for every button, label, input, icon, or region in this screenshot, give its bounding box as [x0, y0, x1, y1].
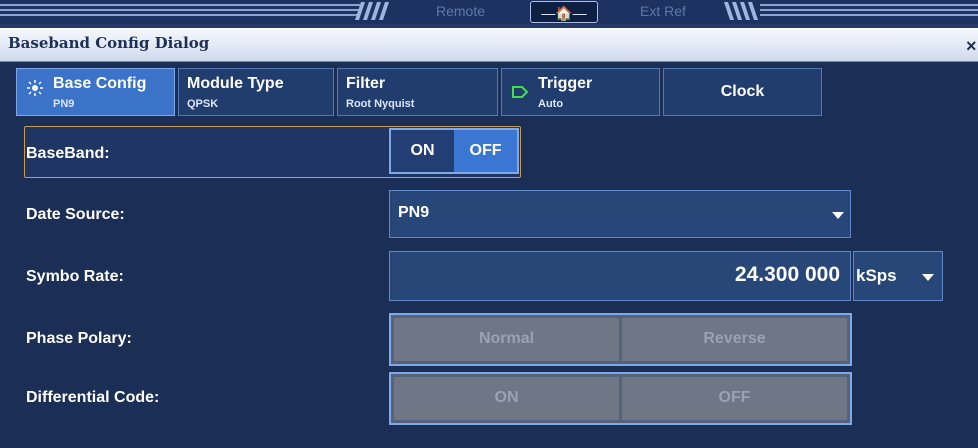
sun-icon: [27, 80, 43, 96]
tab-base-config[interactable]: Base Config PN9: [16, 68, 175, 116]
chevron-down-icon: [922, 274, 934, 281]
ext-ref-indicator: Ext Ref: [640, 3, 686, 19]
phase-polarity-label: Phase Polary:: [26, 330, 132, 347]
home-button[interactable]: —🏠—: [530, 1, 598, 23]
status-stripe: [760, 14, 978, 16]
diagonal-stripes-icon: [724, 2, 758, 20]
differential-off-button[interactable]: OFF: [622, 377, 847, 420]
symbol-rate-label: Symbo Rate:: [26, 268, 124, 285]
symbol-rate-unit: kSps: [856, 266, 897, 285]
tab-filter[interactable]: Filter Root Nyquist: [337, 68, 498, 116]
status-stripe: [760, 9, 978, 11]
chevron-down-icon: [832, 212, 844, 219]
phase-reverse-button[interactable]: Reverse: [622, 318, 847, 361]
tab-title: Module Type: [187, 75, 284, 92]
remote-indicator: Remote: [436, 3, 486, 19]
tab-subtitle: QPSK: [187, 98, 219, 110]
differential-code-buttons: ON OFF: [389, 372, 852, 425]
phase-polarity-buttons: Normal Reverse: [389, 313, 852, 366]
differential-on-button[interactable]: ON: [394, 377, 619, 420]
pentagon-arrow-icon: [512, 86, 528, 98]
tab-subtitle: Auto: [538, 98, 564, 110]
differential-code-label: Differential Code:: [26, 389, 160, 406]
home-icon: —🏠—: [541, 5, 587, 21]
baseband-label: BaseBand:: [26, 145, 110, 162]
status-stripe: [760, 4, 978, 6]
diagonal-stripes-icon: [355, 2, 389, 20]
status-stripe: [0, 9, 360, 11]
tab-title: Base Config: [53, 75, 147, 92]
tab-trigger[interactable]: Trigger Auto: [501, 68, 660, 116]
dialog-title: Baseband Config Dialog: [8, 34, 210, 52]
tab-module-type[interactable]: Module Type QPSK: [178, 68, 334, 116]
phase-normal-button[interactable]: Normal: [394, 318, 619, 361]
close-icon[interactable]: ×: [966, 36, 977, 57]
status-stripe: [0, 14, 360, 16]
baseband-off-button[interactable]: OFF: [454, 130, 517, 172]
tab-clock[interactable]: Clock: [663, 68, 822, 116]
tab-title: Clock: [720, 83, 765, 100]
baseband-on-button[interactable]: ON: [391, 130, 454, 172]
symbol-rate-value: 24.300 000: [734, 263, 840, 286]
symbol-rate-input[interactable]: 24.300 000: [389, 251, 851, 301]
status-stripe: [0, 4, 360, 6]
baseband-toggle[interactable]: ON OFF: [389, 128, 519, 174]
tab-subtitle: PN9: [53, 98, 75, 110]
symbol-rate-unit-select[interactable]: kSps: [853, 251, 943, 301]
tab-subtitle: Root Nyquist: [346, 98, 415, 110]
data-source-value: PN9: [398, 204, 430, 221]
tab-title: Trigger: [538, 75, 593, 92]
data-source-select[interactable]: PN9: [389, 190, 851, 238]
tab-title: Filter: [346, 75, 386, 92]
data-source-label: Date Source:: [26, 206, 125, 223]
